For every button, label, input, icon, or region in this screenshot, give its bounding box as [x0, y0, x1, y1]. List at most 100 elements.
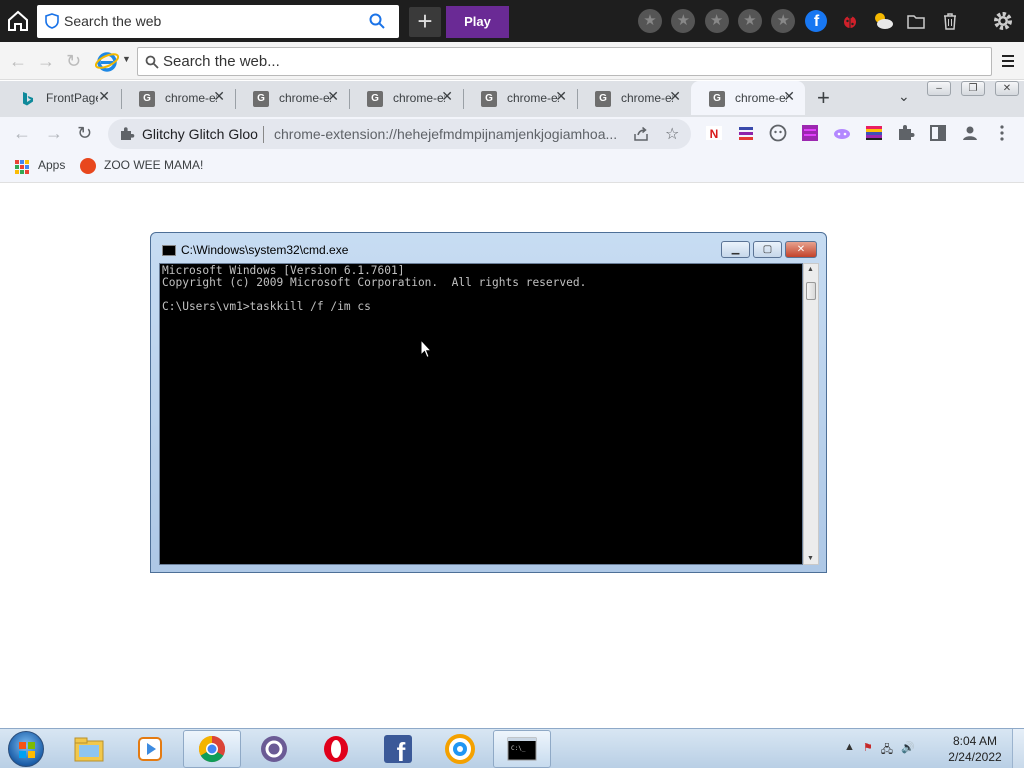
omnibox-divider — [263, 126, 264, 143]
bookmark-apps[interactable]: Apps — [38, 158, 65, 172]
reload-icon[interactable]: ↻ — [77, 123, 92, 144]
star-icon[interactable]: ★ — [637, 8, 663, 34]
extension-rainbow-icon[interactable] — [865, 124, 883, 142]
shield-icon — [45, 13, 59, 29]
extension-cloud-icon[interactable] — [833, 124, 851, 142]
search-icon[interactable] — [369, 13, 385, 29]
star-icon[interactable]: ★ — [704, 8, 730, 34]
extension-purple-icon[interactable] — [801, 124, 819, 142]
more-menu-icon[interactable] — [993, 124, 1011, 142]
hamburger-menu-icon[interactable] — [1002, 55, 1014, 67]
cmd-maximize-button[interactable]: ▢ — [753, 241, 782, 258]
trash-icon[interactable] — [937, 8, 963, 34]
show-hidden-icons-icon[interactable]: ▲ — [844, 741, 855, 760]
app-circle-icon[interactable] — [245, 730, 303, 768]
forward-icon[interactable]: → — [45, 123, 63, 144]
facebook-icon[interactable]: f — [803, 8, 829, 34]
cmd-minimize-button[interactable]: ▁ — [721, 241, 750, 258]
profile-icon[interactable] — [961, 124, 979, 142]
minimize-button[interactable]: – — [927, 81, 951, 96]
ie-forward-icon[interactable]: → — [37, 51, 55, 72]
close-icon[interactable]: ✕ — [555, 88, 567, 105]
bookmark-zoo-wee-mama[interactable]: ZOO WEE MAMA! — [104, 158, 203, 172]
home-icon[interactable] — [6, 9, 30, 33]
internet-explorer-icon[interactable] — [95, 49, 119, 73]
cmd-window[interactable]: C:\Windows\system32\cmd.exe ▁ ▢ ✕ Micros… — [150, 232, 827, 573]
scroll-thumb[interactable] — [806, 282, 816, 300]
close-window-button[interactable]: ✕ — [995, 81, 1019, 96]
scroll-up-arrow-icon[interactable]: ▲ — [807, 266, 814, 273]
chrome-icon[interactable] — [183, 730, 241, 768]
tab-chrome-extension[interactable]: G chrome-extension ✕ — [121, 81, 235, 115]
system-clock[interactable]: 8:04 AM 2/24/2022 — [940, 733, 1010, 765]
action-center-icon[interactable]: ⚑ — [863, 741, 873, 760]
cmd-icon — [162, 245, 176, 256]
vpn-shield-icon[interactable] — [431, 730, 489, 768]
close-icon[interactable]: ✕ — [669, 88, 681, 105]
close-icon[interactable]: ✕ — [783, 88, 795, 105]
ie-search-field[interactable]: Search the web... — [137, 47, 992, 76]
weather-icon[interactable] — [870, 8, 896, 34]
browser-window-controls: – ❐ ✕ — [927, 81, 1024, 96]
g-favicon-icon: G — [139, 91, 155, 107]
windows-logo-icon — [19, 742, 35, 758]
star-icon[interactable]: ★ — [737, 8, 763, 34]
cmd-window-controls: ▁ ▢ ✕ — [718, 241, 817, 258]
show-desktop-button[interactable] — [1012, 729, 1024, 768]
console-prompt-line: C:\Users\vm1>taskkill /f /im cs — [162, 300, 371, 313]
bookmark-star-icon[interactable]: ☆ — [665, 124, 679, 144]
play-button[interactable]: Play — [446, 6, 509, 38]
site-name: Glitchy Glitch Gloo — [142, 126, 258, 142]
gear-icon[interactable] — [992, 10, 1014, 32]
close-icon[interactable]: ✕ — [213, 88, 225, 105]
tab-chrome-extension[interactable]: G chrome-extension ✕ — [577, 81, 691, 115]
tab-chrome-extension[interactable]: G chrome-extension ✕ — [349, 81, 463, 115]
extension-stack-icon[interactable] — [737, 124, 755, 142]
folder-icon[interactable] — [903, 8, 929, 34]
back-icon[interactable]: ← — [13, 123, 31, 144]
extension-face-icon[interactable] — [769, 124, 787, 142]
cmd-close-button[interactable]: ✕ — [785, 241, 817, 258]
top-search-placeholder: Search the web — [64, 13, 162, 29]
console-scrollbar[interactable]: ▲ ▼ — [803, 263, 819, 565]
ie-back-icon[interactable]: ← — [9, 51, 27, 72]
tab-search-chevron-icon[interactable]: ⌄ — [898, 88, 910, 105]
extension-red-icon[interactable]: N — [705, 124, 723, 142]
system-tray: ▲ ⚑ 🖧 🔊 — [844, 741, 923, 760]
star-icon[interactable]: ★ — [770, 8, 796, 34]
tab-label: chrome-extension — [507, 91, 559, 105]
bing-icon — [23, 92, 33, 106]
ie-refresh-icon[interactable]: ↻ — [66, 51, 81, 72]
extensions-puzzle-icon[interactable] — [897, 124, 915, 142]
volume-icon[interactable]: 🔊 — [901, 741, 915, 760]
chevron-down-icon[interactable]: ▼ — [122, 54, 131, 64]
opera-icon[interactable] — [307, 730, 365, 768]
omnibox[interactable]: Glitchy Glitch Gloo chrome-extension://h… — [108, 119, 691, 149]
tab-chrome-extension-active[interactable]: G chrome-extension ✕ — [691, 81, 805, 115]
tab-frontpage[interactable]: FrontPage ✕ — [2, 81, 120, 115]
tab-chrome-extension[interactable]: G chrome-extension ✕ — [235, 81, 349, 115]
ladybug-icon[interactable] — [837, 8, 863, 34]
close-icon[interactable]: ✕ — [441, 88, 453, 105]
side-panel-icon[interactable] — [929, 124, 947, 142]
scroll-down-arrow-icon[interactable]: ▼ — [807, 555, 814, 562]
tab-label: chrome-extension — [735, 91, 787, 105]
top-search-box[interactable]: Search the web — [37, 5, 399, 38]
new-tab-button[interactable]: + — [817, 85, 830, 111]
restore-button[interactable]: ❐ — [961, 81, 985, 96]
console-output[interactable]: Microsoft Windows [Version 6.1.7601] Cop… — [159, 263, 803, 565]
apps-grid-icon[interactable] — [15, 160, 29, 174]
share-icon[interactable] — [633, 126, 649, 142]
tab-label: chrome-extension — [621, 91, 673, 105]
star-icon[interactable]: ★ — [670, 8, 696, 34]
close-icon[interactable]: ✕ — [327, 88, 339, 105]
cmd-icon[interactable]: C:\_ — [493, 730, 551, 768]
media-player-icon[interactable] — [121, 730, 179, 768]
tab-chrome-extension[interactable]: G chrome-extension ✕ — [463, 81, 577, 115]
start-button[interactable] — [8, 731, 44, 767]
add-button[interactable]: + — [409, 7, 441, 37]
explorer-icon[interactable] — [60, 730, 118, 768]
close-icon[interactable]: ✕ — [98, 88, 110, 105]
facebook-icon[interactable]: f — [369, 730, 427, 768]
network-icon[interactable]: 🖧 — [881, 741, 893, 760]
